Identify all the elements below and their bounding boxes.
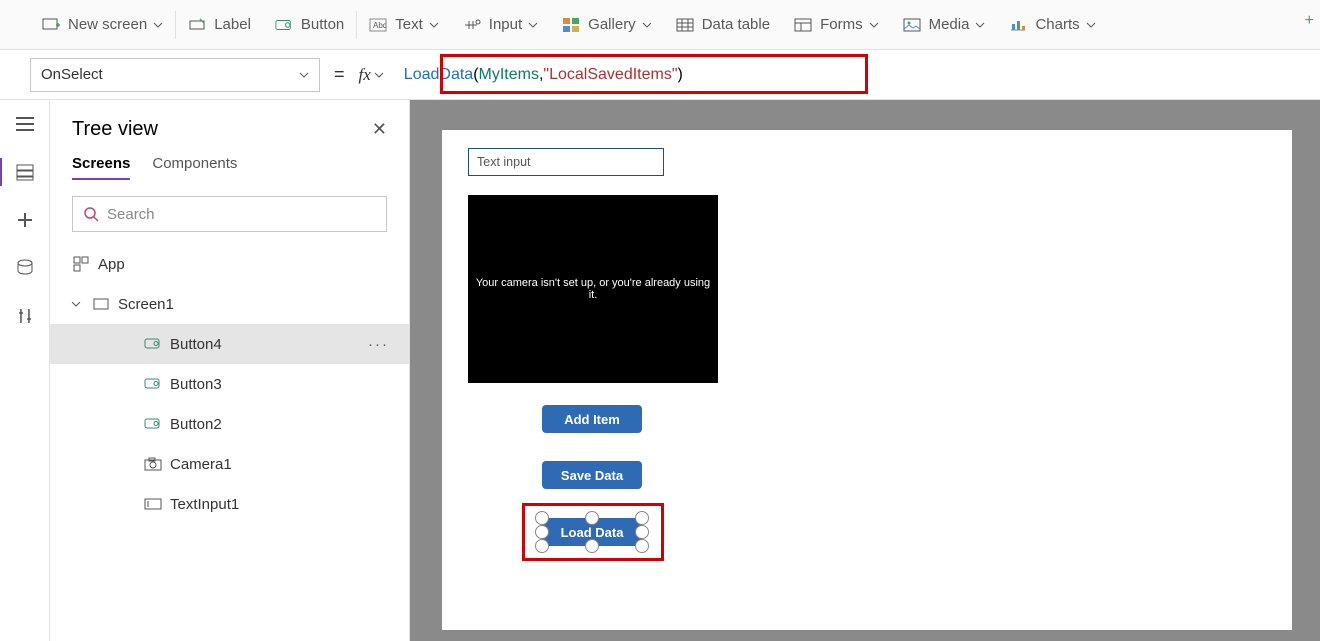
more-icon[interactable]: ···: [368, 336, 389, 353]
forms-icon: [794, 16, 812, 34]
svg-text:Abc: Abc: [373, 21, 387, 30]
text-label: Text: [395, 16, 423, 33]
insert-button-button[interactable]: Button: [263, 0, 356, 49]
data-icon[interactable]: [13, 256, 37, 280]
chevron-down-icon: [299, 70, 309, 80]
textinput-icon: [144, 495, 162, 513]
button-icon: [275, 16, 293, 34]
formula-token-str: "LocalSavedItems": [543, 66, 677, 84]
tree-label: TextInput1: [170, 496, 239, 513]
insert-datatable-button[interactable]: Data table: [664, 0, 782, 49]
tools-icon[interactable]: [13, 304, 37, 328]
canvas-area: Text input Your camera isn't set up, or …: [410, 100, 1320, 641]
formula-token-fn: LoadData: [404, 66, 473, 84]
fx-button[interactable]: fx: [359, 65, 384, 85]
chevron-down-icon: [975, 20, 985, 30]
tree-node-app[interactable]: App: [50, 244, 409, 284]
close-icon[interactable]: ✕: [372, 119, 387, 140]
media-label: Media: [929, 16, 970, 33]
charts-icon: [1009, 16, 1027, 34]
tree-view-panel: Tree view ✕ Screens Components Search Ap…: [50, 100, 410, 641]
canvas-button-add[interactable]: Add Item: [542, 405, 642, 433]
insert-icon[interactable]: [13, 208, 37, 232]
left-rail: [0, 100, 50, 641]
chevron-down-icon: [153, 20, 163, 30]
input-icon: [463, 16, 481, 34]
equals-sign: =: [334, 64, 345, 85]
artboard-screen1[interactable]: Text input Your camera isn't set up, or …: [442, 130, 1292, 630]
add-icon[interactable]: +: [1305, 12, 1314, 30]
text-input-placeholder: Text input: [477, 155, 531, 169]
chevron-down-icon: [374, 70, 384, 80]
screen-icon: [42, 16, 60, 34]
insert-charts-menu[interactable]: Charts: [997, 0, 1107, 49]
annotation-highlight: [522, 503, 664, 561]
new-screen-label: New screen: [68, 16, 147, 33]
insert-input-menu[interactable]: Input: [451, 0, 550, 49]
tree-label: Button3: [170, 376, 222, 393]
canvas-button-save[interactable]: Save Data: [542, 461, 642, 489]
formula-bar: OnSelect = fx LoadData( MyItems, "LocalS…: [0, 50, 1320, 100]
media-icon: [903, 16, 921, 34]
tree-node-button4[interactable]: Button4 ···: [50, 324, 409, 364]
button-icon: [144, 335, 162, 353]
tree-node-button2[interactable]: Button2: [50, 404, 409, 444]
input-label: Input: [489, 16, 522, 33]
tree-label: App: [98, 256, 125, 273]
search-placeholder: Search: [107, 206, 155, 223]
property-value: OnSelect: [41, 66, 103, 83]
table-icon: [676, 16, 694, 34]
tree-label: Button2: [170, 416, 222, 433]
gallery-icon: [562, 16, 580, 34]
tab-screens[interactable]: Screens: [72, 155, 130, 180]
tree-view-icon[interactable]: [13, 160, 37, 184]
screen-icon: [92, 295, 110, 313]
search-icon: [83, 206, 99, 222]
tree-node-textinput1[interactable]: TextInput1: [50, 484, 409, 524]
main-area: Tree view ✕ Screens Components Search Ap…: [0, 100, 1320, 641]
tab-components[interactable]: Components: [152, 155, 237, 180]
camera-message: Your camera isn't set up, or you're alre…: [474, 277, 712, 301]
camera-icon: [144, 455, 162, 473]
insert-gallery-menu[interactable]: Gallery: [550, 0, 664, 49]
chevron-down-icon: [1086, 20, 1096, 30]
chevron-down-icon: [528, 20, 538, 30]
formula-input[interactable]: LoadData( MyItems, "LocalSavedItems" ): [398, 58, 1290, 92]
canvas-text-input[interactable]: Text input: [468, 148, 664, 176]
tree-label: Camera1: [170, 456, 232, 473]
tree: App Screen1 Button4 ··· Button3 Button2: [50, 244, 409, 524]
gallery-label: Gallery: [588, 16, 636, 33]
button-icon: [144, 375, 162, 393]
button-icon: [144, 415, 162, 433]
hamburger-icon[interactable]: [13, 112, 37, 136]
insert-media-menu[interactable]: Media: [891, 0, 998, 49]
tree-label: Button4: [170, 336, 222, 353]
formula-token-id: MyItems: [479, 66, 539, 84]
property-selector[interactable]: OnSelect: [30, 58, 320, 92]
search-input[interactable]: Search: [72, 196, 387, 232]
chevron-down-icon: [642, 20, 652, 30]
tree-node-camera1[interactable]: Camera1: [50, 444, 409, 484]
forms-label: Forms: [820, 16, 863, 33]
new-screen-menu[interactable]: New screen: [30, 0, 175, 49]
chevron-down-icon[interactable]: [70, 298, 84, 310]
button-text: Button: [301, 16, 344, 33]
charts-label: Charts: [1035, 16, 1079, 33]
tree-node-screen1[interactable]: Screen1: [50, 284, 409, 324]
chevron-down-icon: [429, 20, 439, 30]
insert-label-button[interactable]: Label: [176, 0, 263, 49]
datatable-label: Data table: [702, 16, 770, 33]
canvas-camera[interactable]: Your camera isn't set up, or you're alre…: [468, 195, 718, 383]
panel-title: Tree view: [72, 118, 158, 141]
app-icon: [72, 255, 90, 273]
label-text: Label: [214, 16, 251, 33]
tree-label: Screen1: [118, 296, 174, 313]
chevron-down-icon: [869, 20, 879, 30]
insert-text-menu[interactable]: Abc Text: [357, 0, 451, 49]
ribbon-toolbar: New screen Label Button Abc Text Input G…: [0, 0, 1320, 50]
tree-node-button3[interactable]: Button3: [50, 364, 409, 404]
label-icon: [188, 16, 206, 34]
insert-forms-menu[interactable]: Forms: [782, 0, 891, 49]
text-icon: Abc: [369, 16, 387, 34]
